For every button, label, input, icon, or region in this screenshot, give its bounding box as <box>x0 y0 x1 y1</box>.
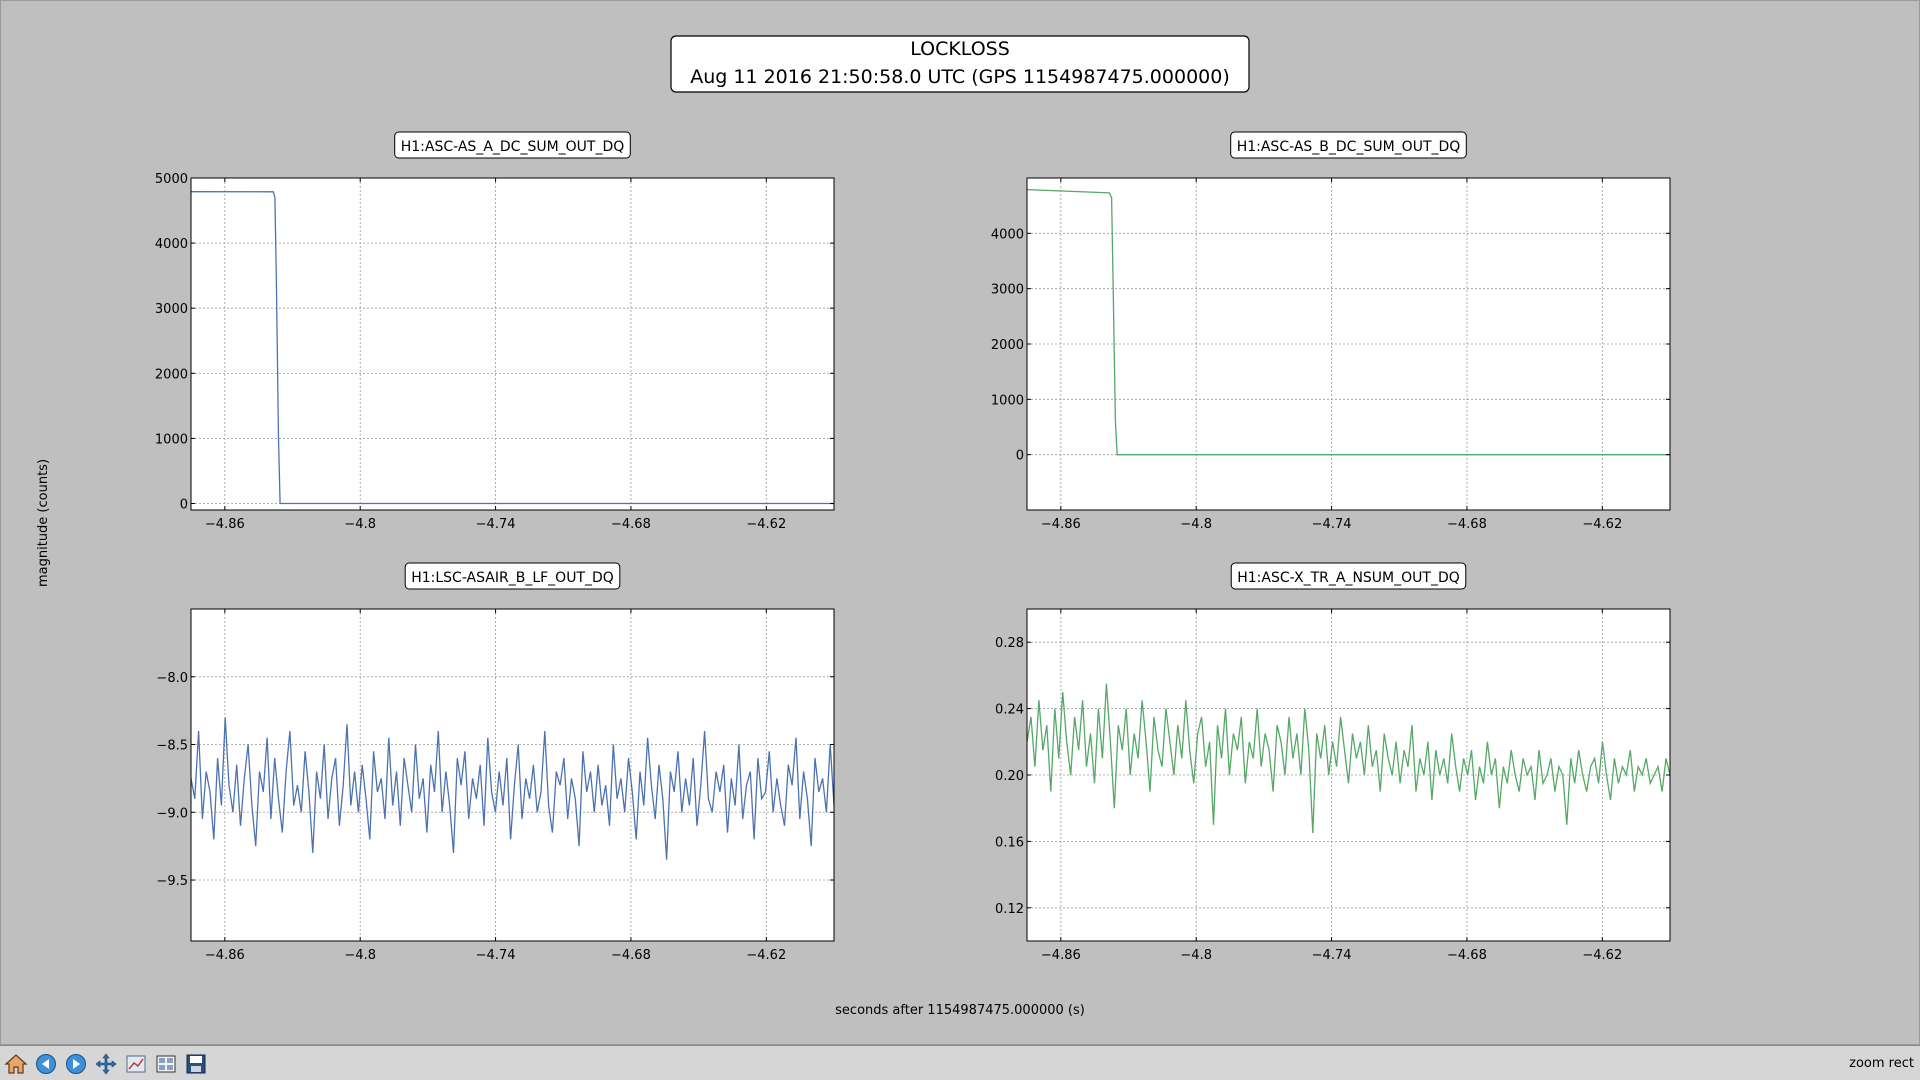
y-tick-label: 5000 <box>155 172 188 187</box>
subplot-title: H1:ASC-AS_A_DC_SUM_OUT_DQ <box>401 139 625 155</box>
plot-area <box>191 178 834 510</box>
x-axis-label: seconds after 1154987475.000000 (s) <box>835 1003 1085 1018</box>
save-button[interactable] <box>183 1052 209 1076</box>
figure-title: LOCKLOSS Aug 11 2016 21:50:58.0 UTC (GPS… <box>670 35 1250 93</box>
figure-canvas: LOCKLOSS Aug 11 2016 21:50:58.0 UTC (GPS… <box>0 0 1920 1045</box>
y-tick-label: 0 <box>1016 449 1024 464</box>
y-tick-label: 3000 <box>155 302 188 317</box>
figure-title-line1: LOCKLOSS <box>910 38 1010 60</box>
forward-icon <box>66 1054 86 1074</box>
x-tick-label: −4.74 <box>476 517 516 532</box>
y-tick-label: −8.5 <box>156 739 188 754</box>
y-tick-label: 0.16 <box>995 835 1024 850</box>
y-tick-label: 3000 <box>991 283 1024 298</box>
pan-icon <box>95 1053 117 1075</box>
y-axis-label: magnitude (counts) <box>36 459 51 587</box>
x-tick-label: −4.86 <box>205 517 245 532</box>
home-icon <box>4 1054 28 1074</box>
configure-button[interactable] <box>153 1052 179 1076</box>
subplot-title: H1:LSC-ASAIR_B_LF_OUT_DQ <box>411 570 614 586</box>
x-tick-label: −4.62 <box>1582 517 1622 532</box>
y-tick-label: 1000 <box>155 432 188 447</box>
subplot-1: −4.86 −4.8 −4.74 −4.68 −4.62 0 1000 2000 3000 400… <box>155 131 835 532</box>
y-tick-label: −8.0 <box>156 671 188 686</box>
subplot-2: −4.86 −4.8 −4.74 −4.68 −4.62 0 1000 2000 3000 400… <box>991 131 1671 532</box>
subplots-icon <box>126 1055 146 1073</box>
subplot-title: H1:ASC-X_TR_A_NSUM_OUT_DQ <box>1237 570 1460 586</box>
status-text: zoom rect <box>1849 1056 1914 1071</box>
forward-button[interactable] <box>63 1052 89 1076</box>
x-tick-label: −4.74 <box>476 948 516 963</box>
y-tick-label: 4000 <box>155 237 188 252</box>
x-tick-label: −4.62 <box>746 948 786 963</box>
save-icon <box>186 1054 206 1074</box>
configure-icon <box>156 1055 176 1073</box>
y-tick-label: 4000 <box>991 227 1024 242</box>
navigation-toolbar: zoom rect <box>0 1045 1920 1080</box>
subplot-title: H1:ASC-AS_B_DC_SUM_OUT_DQ <box>1237 139 1461 155</box>
x-tick-label: −4.68 <box>611 948 651 963</box>
subplot-3: −4.86 −4.8 −4.74 −4.68 −4.62 −9.5 −9.0 −8.5 −8.0… <box>156 562 835 963</box>
x-tick-label: −4.62 <box>746 517 786 532</box>
y-tick-label: 0.24 <box>995 703 1024 718</box>
x-tick-label: −4.68 <box>1447 948 1487 963</box>
y-tick-label: 1000 <box>991 393 1024 408</box>
x-tick-label: −4.86 <box>205 948 245 963</box>
y-tick-label: 0.20 <box>995 769 1024 784</box>
home-button[interactable] <box>3 1052 29 1076</box>
y-tick-label: 0.12 <box>995 902 1024 917</box>
zoom-button[interactable] <box>123 1052 149 1076</box>
x-tick-label: −4.86 <box>1041 517 1081 532</box>
x-tick-label: −4.86 <box>1041 948 1081 963</box>
y-tick-label: 2000 <box>155 367 188 382</box>
pan-button[interactable] <box>93 1052 119 1076</box>
x-tick-label: −4.68 <box>1447 517 1487 532</box>
x-tick-label: −4.74 <box>1312 517 1352 532</box>
x-tick-label: −4.8 <box>344 948 376 963</box>
figure-title-line2: Aug 11 2016 21:50:58.0 UTC (GPS 11549874… <box>690 66 1230 88</box>
y-tick-label: 0.28 <box>995 636 1024 651</box>
y-tick-label: 2000 <box>991 338 1024 353</box>
y-tick-label: −9.0 <box>156 806 188 821</box>
x-tick-label: −4.62 <box>1582 948 1622 963</box>
x-tick-label: −4.74 <box>1312 948 1352 963</box>
x-tick-label: −4.8 <box>344 517 376 532</box>
y-tick-label: −9.5 <box>156 874 188 889</box>
back-button[interactable] <box>33 1052 59 1076</box>
back-icon <box>36 1054 56 1074</box>
subplot-4: −4.86 −4.8 −4.74 −4.68 −4.62 0.12 0.16 0.20 0.24… <box>995 562 1671 963</box>
x-tick-label: −4.68 <box>611 517 651 532</box>
x-tick-label: −4.8 <box>1180 517 1212 532</box>
y-tick-label: 0 <box>180 497 188 512</box>
x-tick-label: −4.8 <box>1180 948 1212 963</box>
